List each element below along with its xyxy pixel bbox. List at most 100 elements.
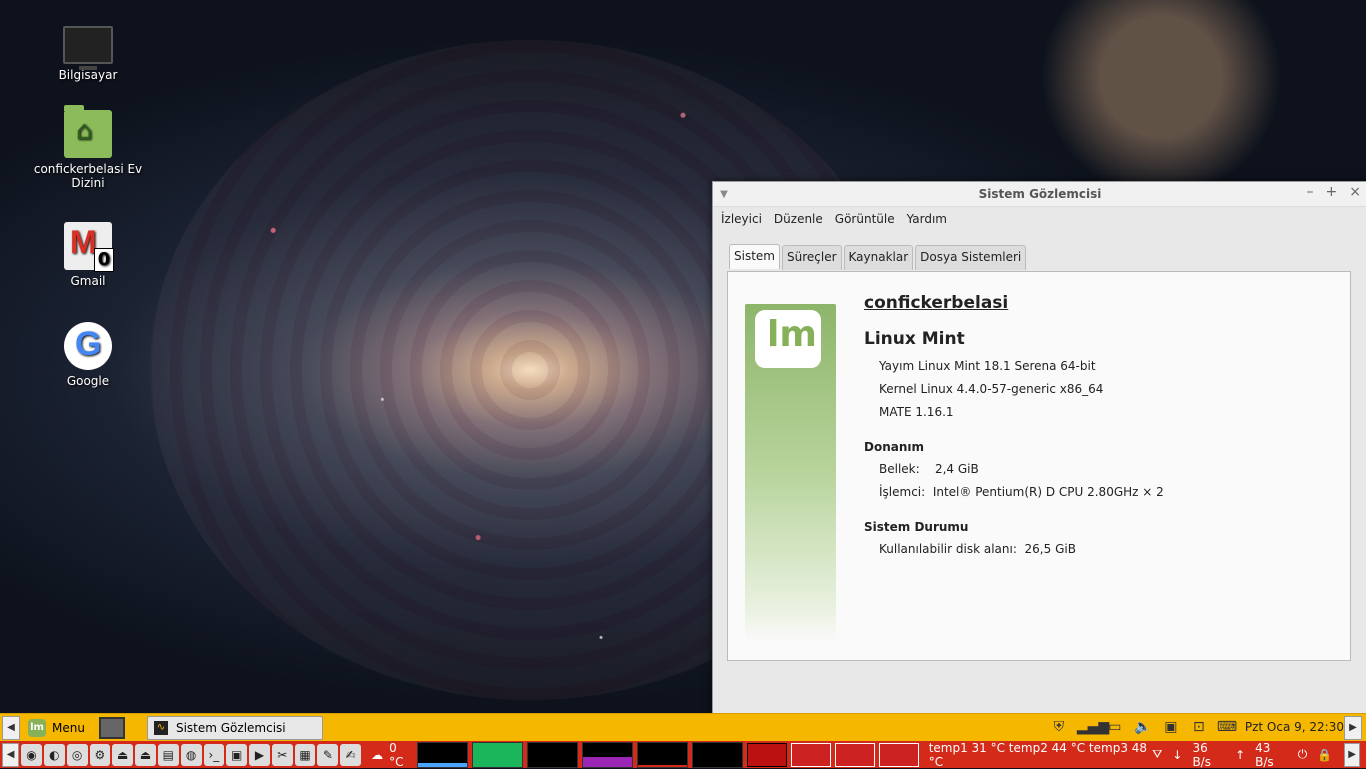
hostname: confickerbelasi (864, 293, 1009, 313)
chrome-icon[interactable]: ◉ (21, 743, 42, 766)
screenshot-icon[interactable]: ▣ (226, 743, 248, 766)
main-menu-label: Menu (52, 721, 85, 735)
window-title: Sistem Gözlemcisi (978, 187, 1102, 201)
terminal-icon[interactable]: ›_ (203, 743, 225, 766)
battery-icon[interactable]: ▣ (1161, 717, 1181, 737)
up-arrow-icon: ↑ (1235, 747, 1246, 762)
memory-graph[interactable] (471, 741, 523, 768)
clapper-icon[interactable]: ✂ (271, 743, 293, 766)
show-desktop-icon[interactable] (98, 717, 125, 739)
signal-icon[interactable]: ▂▄▆ (1077, 717, 1109, 737)
notes-icon[interactable]: ✍ (340, 743, 362, 766)
mint-menu-icon: lm (28, 719, 46, 737)
panel-right-arrow[interactable]: ▶ (1344, 716, 1362, 740)
power-icon[interactable]: ⏻ (1298, 747, 1308, 762)
disk-graph[interactable] (692, 741, 744, 768)
bottom-right-area: ⛛ ↓ 36 B/s ↑ 43 B/s ⏻ 🔒 ▶ (1152, 741, 1366, 769)
shield-icon[interactable]: ⛨ (1049, 717, 1069, 737)
workspace-4[interactable] (878, 742, 919, 767)
menu-izleyici[interactable]: İzleyici (721, 212, 762, 226)
window-titlebar[interactable]: ▼ Sistem Gözlemcisi – + × (713, 182, 1366, 207)
network-icon[interactable]: ⊡ (1189, 717, 1209, 737)
net-up-speed: 43 B/s (1255, 740, 1274, 769)
window-list-panel: ◀ lm Menu ∿ Sistem Gözlemcisi ⛨ ▂▄▆ ▭ 🔈 … (0, 713, 1366, 742)
mate-version: MATE 1.16.1 (879, 405, 954, 419)
status-heading: Sistem Durumu (864, 520, 969, 534)
minimize-icon[interactable]: – (1307, 184, 1314, 200)
cpu-row: İşlemci: Intel® Pentium(R) D CPU 2.80GHz… (879, 481, 1164, 504)
tab-dosya-sistemleri[interactable]: Dosya Sistemleri (915, 245, 1027, 270)
umount-icon[interactable]: ⏏ (135, 743, 156, 766)
cpu-value: Intel® Pentium(R) D CPU 2.80GHz × 2 (932, 485, 1164, 499)
launcher-panel: ◀ ◉ ◐ ◎ ⚙ ⏏ ⏏ ▤ ◍ ›_ ▣ ▶ ✂ ▦ ✎ ✍ ☁ 0 °C … (0, 740, 1366, 769)
home-folder-icon (64, 105, 112, 158)
cloud-rain-icon: ☁ (371, 747, 384, 762)
package-icon[interactable]: ▤ (157, 743, 179, 766)
system-monitor-icon: ∿ (153, 721, 168, 735)
lock-icon[interactable]: 🔒 (1317, 748, 1332, 762)
workspace-1[interactable] (747, 742, 788, 767)
load-graph[interactable] (637, 741, 689, 768)
memory-value: 2,4 GiB (934, 462, 979, 476)
gimp-icon[interactable]: ✎ (317, 743, 339, 766)
tab-surecler[interactable]: Süreçler (781, 245, 842, 270)
memory-label: Bellek: (879, 462, 920, 476)
weather-temp: 0 °C (389, 740, 404, 769)
taskbar-button-system-monitor[interactable]: ∿ Sistem Gözlemcisi (146, 716, 323, 740)
disk-value: 26,5 GiB (1024, 542, 1076, 556)
tab-kaynaklar[interactable]: Kaynaklar (843, 245, 914, 270)
arch-icon[interactable]: ⛛ (1152, 747, 1162, 762)
maximize-icon[interactable]: + (1326, 184, 1338, 200)
swap-graph[interactable] (581, 741, 634, 768)
main-menu-button[interactable]: lm Menu (28, 719, 85, 737)
menu-yardim[interactable]: Yardım (907, 212, 947, 226)
google-icon (64, 322, 112, 370)
desktop-icon-label: confickerbelasi Ev Dizini (33, 162, 143, 190)
gmail-icon: 0 (64, 222, 114, 272)
release-info: Yayım Linux Mint 18.1 Serena 64-bit (879, 359, 1096, 373)
linux-mint-logo-icon (755, 310, 821, 368)
disk-label: Kullanılabilir disk alanı: (879, 542, 1017, 556)
net-down-speed: 36 B/s (1192, 740, 1211, 769)
display-icon[interactable]: ▭ (1105, 717, 1125, 737)
spotify-icon[interactable]: ◍ (180, 743, 202, 766)
firefox-icon[interactable]: ◐ (43, 743, 65, 766)
clock[interactable]: Pzt Oca 9, 22:30 (1245, 720, 1344, 734)
computer-icon (63, 26, 113, 70)
desktop-icon-label: Gmail (70, 274, 106, 288)
media-player-icon[interactable]: ▶ (249, 743, 270, 766)
panel-left-arrow[interactable]: ◀ (2, 716, 20, 740)
menu-duzenle[interactable]: Düzenle (774, 212, 823, 226)
taskbar-button-label: Sistem Gözlemcisi (175, 721, 286, 735)
system-info: confickerbelasi Linux Mint Yayım Linux M… (864, 293, 1164, 561)
desktop-icon-google[interactable]: Google (33, 322, 143, 388)
launcher-left-arrow[interactable]: ◀ (2, 742, 20, 767)
desktop-icon-gmail[interactable]: 0 Gmail (33, 222, 143, 288)
kernel-info: Kernel Linux 4.4.0-57-generic x86_64 (879, 382, 1104, 396)
system-monitor-window: ▼ Sistem Gözlemcisi – + × İzleyici Düzen… (712, 181, 1366, 715)
close-icon[interactable]: × (1349, 184, 1361, 200)
desktop-icon-home[interactable]: confickerbelasi Ev Dizini (33, 105, 143, 190)
volume-icon[interactable]: 🔈 (1133, 717, 1153, 737)
os-name: Linux Mint (864, 329, 965, 349)
launcher-right-arrow[interactable]: ▶ (1344, 742, 1361, 767)
tab-sistem[interactable]: Sistem (729, 244, 780, 269)
desktop-icon-computer[interactable]: Bilgisayar (33, 20, 143, 82)
weather-applet[interactable]: ☁ 0 °C (371, 741, 412, 769)
network-graph[interactable] (526, 741, 578, 768)
temperature-readout: temp1 31 °C temp2 44 °C temp3 48 °C (928, 740, 1148, 769)
menu-goruntule[interactable]: Görüntüle (835, 212, 895, 226)
settings-icon[interactable]: ⚙ (89, 743, 111, 766)
workspace-2[interactable] (791, 742, 832, 767)
workspace-3[interactable] (835, 742, 875, 767)
keyboard-icon[interactable]: ⌨ (1217, 717, 1237, 737)
menubar: İzleyici Düzenle Görüntüle Yardım (713, 207, 1366, 231)
cpu-graph[interactable] (416, 741, 468, 768)
desktop-icon-label: Google (66, 374, 110, 388)
image-viewer-icon[interactable]: ▦ (294, 743, 316, 766)
distro-banner (745, 304, 836, 642)
mount-icon[interactable]: ⏏ (112, 743, 134, 766)
gmail-unread-badge: 0 (94, 248, 114, 272)
tab-bar: Sistem Süreçler Kaynaklar Dosya Sistemle… (729, 244, 1027, 270)
chromium-icon[interactable]: ◎ (66, 743, 88, 766)
